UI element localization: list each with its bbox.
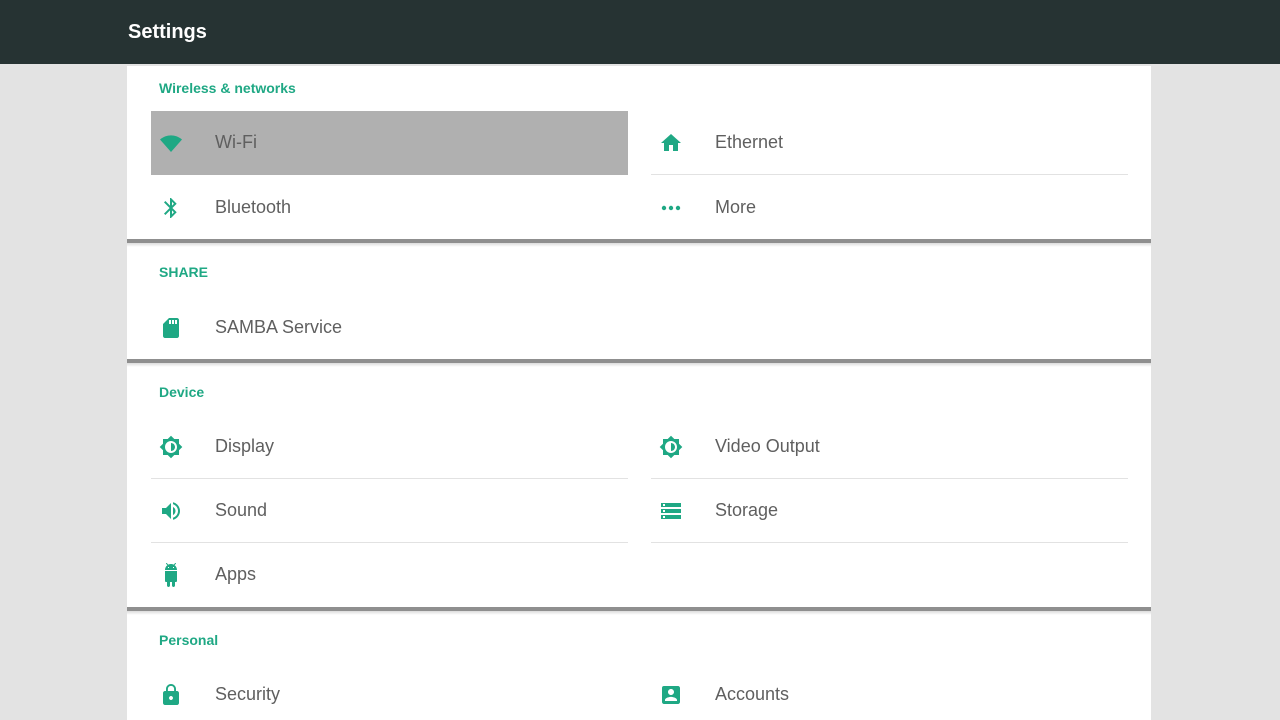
section-divider xyxy=(127,359,1151,367)
section-header-wireless: Wireless & networks xyxy=(159,80,296,96)
security-label: Security xyxy=(215,684,281,704)
accounts-label: Accounts xyxy=(715,684,790,704)
apps-label: Apps xyxy=(215,564,257,584)
brightness-icon xyxy=(159,435,183,459)
settings-item-video-output[interactable]: Video Output xyxy=(651,415,1128,479)
bluetooth-label: Bluetooth xyxy=(215,197,292,217)
share-section: SHARE SAMBA Service xyxy=(127,247,1151,360)
settings-item-bluetooth[interactable]: Bluetooth xyxy=(151,176,628,240)
settings-item-storage[interactable]: Storage xyxy=(651,479,1128,543)
sound-label: Sound xyxy=(215,500,268,520)
settings-item-apps[interactable]: Apps xyxy=(151,543,628,607)
wifi-icon xyxy=(159,131,183,155)
section-header-share: SHARE xyxy=(159,264,209,280)
action-bar: Settings xyxy=(0,0,1280,64)
bluetooth-icon xyxy=(159,196,183,220)
section-header-device: Device xyxy=(159,384,205,400)
settings-item-sound[interactable]: Sound xyxy=(151,479,628,543)
more-icon xyxy=(659,196,683,220)
storage-label: Storage xyxy=(715,500,779,520)
brightness-icon xyxy=(659,435,683,459)
account-box-icon xyxy=(659,683,683,707)
sd-card-icon xyxy=(159,316,183,340)
display-label: Display xyxy=(215,436,275,456)
settings-item-ethernet[interactable]: Ethernet xyxy=(651,111,1128,175)
android-icon xyxy=(159,563,183,587)
settings-item-security[interactable]: Security xyxy=(151,663,628,720)
settings-item-accounts[interactable]: Accounts xyxy=(651,663,1128,720)
settings-item-wifi[interactable]: Wi-Fi xyxy=(151,111,628,175)
lock-icon xyxy=(159,683,183,707)
ethernet-label: Ethernet xyxy=(715,132,784,152)
video-output-label: Video Output xyxy=(715,436,820,456)
samba-label: SAMBA Service xyxy=(215,317,343,337)
more-label: More xyxy=(715,197,757,217)
section-header-personal: Personal xyxy=(159,632,219,648)
settings-item-samba[interactable]: SAMBA Service xyxy=(151,296,628,360)
settings-item-display[interactable]: Display xyxy=(151,415,628,479)
settings-item-more[interactable]: More xyxy=(651,176,1128,240)
page-title: Settings xyxy=(128,21,207,43)
volume-icon xyxy=(159,499,183,523)
device-section: Device Display Video Output Sound Storag… xyxy=(127,367,1151,608)
wifi-label: Wi-Fi xyxy=(215,132,257,152)
wireless-section: Wireless & networks Wi-Fi Ethernet Bluet… xyxy=(127,66,1151,241)
section-divider xyxy=(127,239,1151,247)
section-divider xyxy=(127,607,1151,615)
storage-icon xyxy=(659,499,683,523)
home-icon xyxy=(659,131,683,155)
personal-section: Personal Security Accounts xyxy=(127,615,1151,720)
